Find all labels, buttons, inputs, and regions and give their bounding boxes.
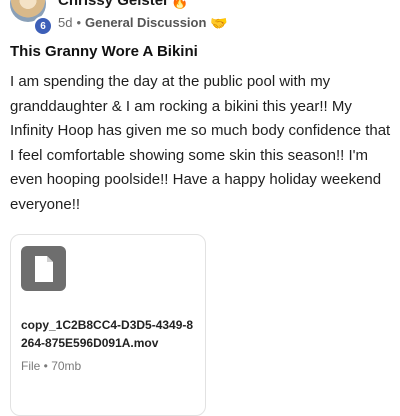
post-time: 5d [58,15,73,30]
post-body: I am spending the day at the public pool… [10,73,391,213]
author-name[interactable]: Chrissy Geistel [58,0,167,9]
fire-emoji-icon: 🔥 [171,0,189,9]
author-name-row[interactable]: Chrissy Geistel 🔥 [58,0,189,9]
file-meta: File • 70mb [21,359,82,373]
post-header: 6 Chrissy Geistel 🔥 5d • General Discuss… [0,0,400,36]
handshake-emoji-icon: 🤝 [210,14,228,31]
meta-separator: • [76,15,82,30]
file-icon [21,246,66,291]
file-name[interactable]: copy_1C2B8CC4-D3D5-4349-8264-875E596D091… [21,316,199,352]
level-badge: 6 [33,16,53,36]
post-meta: 5d • General Discussion 🤝 [58,15,228,30]
post-title: This Granny Wore A Bikini [10,43,198,60]
space-link[interactable]: General Discussion [85,15,206,30]
file-attachment-card[interactable]: copy_1C2B8CC4-D3D5-4349-8264-875E596D091… [10,234,206,416]
